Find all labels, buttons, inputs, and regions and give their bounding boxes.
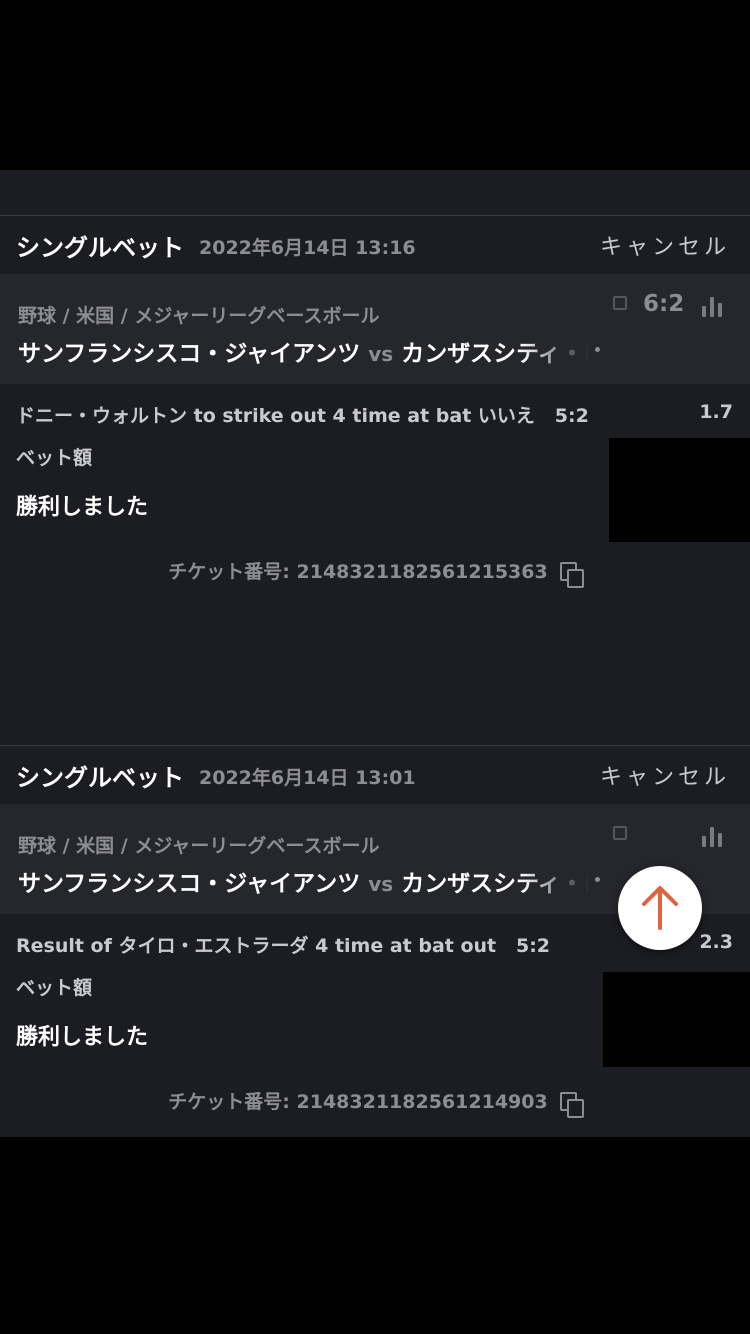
bet-datetime: 2022年6月14日 13:16	[199, 237, 416, 259]
list-top-spacer	[0, 170, 750, 215]
bet-odds: 1.7	[699, 401, 733, 423]
cancel-button[interactable]: キャンセル	[600, 759, 730, 791]
cancel-button[interactable]: キャンセル	[600, 229, 730, 261]
breadcrumb: 野球 / 米国 / メジャーリーグベースボール	[18, 835, 380, 857]
bar-chart-icon[interactable]	[702, 825, 726, 847]
home-team: サンフランシスコ・ジャイアンツ	[18, 341, 361, 367]
ticket-number: チケット番号: 2148321182561215363	[0, 557, 750, 588]
home-team: サンフランシスコ・ジャイアンツ	[18, 871, 361, 897]
bet-result: 勝利しました	[16, 495, 149, 520]
arrow-up-icon	[642, 886, 678, 930]
bet-card: シングルベット 2022年6月14日 13:16 キャンセル 野球 / 米国 /…	[0, 215, 750, 745]
stake-label: ベット額	[16, 447, 93, 469]
scroll-to-top-button[interactable]	[618, 866, 702, 950]
bet-result: 勝利しました	[16, 1025, 149, 1050]
bet-selection: ドニー・ウォルトン to strike out 4 time at bat いい…	[16, 405, 589, 427]
bet-datetime: 2022年6月14日 13:01	[199, 767, 416, 789]
text-fade	[520, 334, 590, 368]
bet-type-label: シングルベット	[16, 234, 184, 262]
breadcrumb: 野球 / 米国 / メジャーリーグベースボール	[18, 305, 380, 327]
stake-label: ベット額	[16, 977, 93, 999]
vs-label: vs	[368, 872, 394, 896]
match-score: 6:2	[643, 291, 685, 317]
ticket-number-text: チケット番号: 2148321182561215363	[168, 561, 548, 583]
text-fade	[520, 864, 590, 898]
chat-icon	[613, 826, 627, 840]
copy-icon[interactable]	[559, 1091, 584, 1118]
separator-dot	[592, 870, 600, 882]
separator-dot	[592, 340, 600, 352]
ticket-number-text: チケット番号: 2148321182561214903	[168, 1091, 548, 1113]
bet-card-header: シングルベット 2022年6月14日 13:01 キャンセル	[0, 746, 750, 804]
chat-icon	[613, 296, 627, 310]
bet-selection: Result of タイロ・エストラーダ 4 time at bat out 5…	[16, 935, 551, 957]
redacted-area	[603, 972, 750, 1067]
ticket-number: チケット番号: 2148321182561214903	[0, 1087, 750, 1118]
redacted-area	[609, 438, 750, 542]
copy-icon[interactable]	[559, 561, 584, 588]
match-title: サンフランシスコ・ジャイアンツvsカンザスシティ・ロイヤルズ	[18, 334, 588, 368]
bar-chart-icon[interactable]	[702, 295, 726, 317]
bet-card-header: シングルベット 2022年6月14日 13:16 キャンセル	[0, 216, 750, 274]
match-title: サンフランシスコ・ジャイアンツvsカンザスシティ・ロイヤルズ	[18, 864, 588, 898]
bet-odds: 2.3	[699, 931, 733, 953]
vs-label: vs	[368, 342, 394, 366]
event-info[interactable]: 野球 / 米国 / メジャーリーグベースボール サンフランシスコ・ジャイアンツ v…	[0, 274, 750, 384]
bet-type-label: シングルベット	[16, 764, 184, 792]
